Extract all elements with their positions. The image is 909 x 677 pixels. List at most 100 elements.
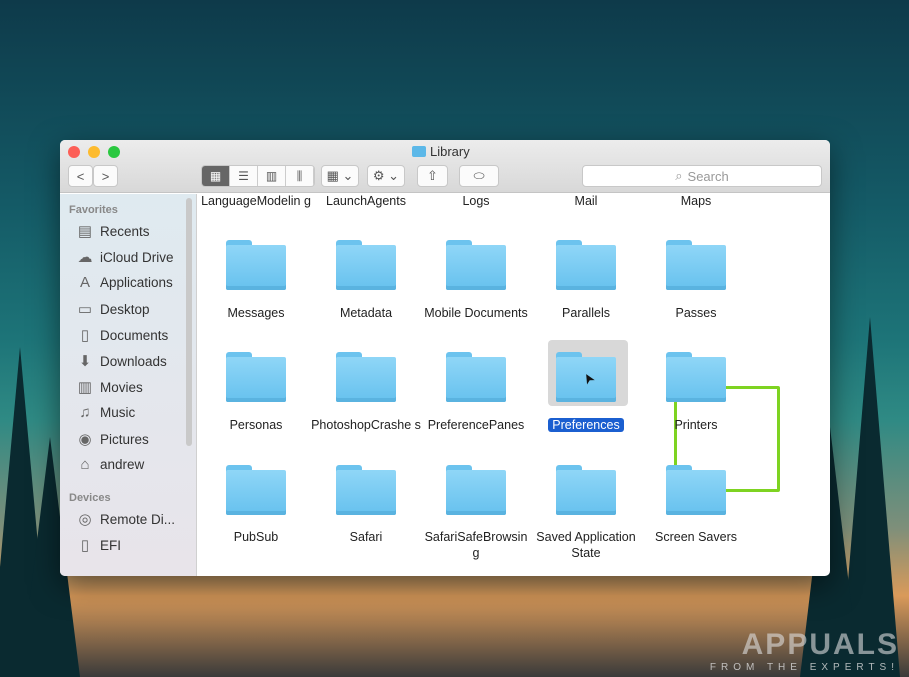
sidebar-device-item[interactable]: ▯ EFI bbox=[76, 536, 121, 554]
file-name: LanguageModelin g bbox=[201, 194, 311, 208]
file-name: Passes bbox=[676, 306, 717, 320]
folder-icon[interactable] bbox=[666, 465, 726, 515]
zoom-button[interactable] bbox=[108, 146, 120, 158]
file-item-label[interactable]: LanguageModelin g bbox=[201, 193, 311, 209]
folder-icon[interactable] bbox=[226, 352, 286, 402]
device-icon: ◎ bbox=[76, 510, 94, 528]
forward-button[interactable]: > bbox=[93, 165, 118, 187]
folder-icon[interactable] bbox=[226, 465, 286, 515]
folder-body bbox=[446, 357, 506, 402]
sidebar-icon: ⬇ bbox=[76, 352, 94, 370]
cover-flow-view-button[interactable]: ⫼ bbox=[286, 166, 314, 186]
file-name: Personas bbox=[230, 418, 283, 432]
file-item-label[interactable]: Saved Application State bbox=[531, 529, 641, 561]
minimize-button[interactable] bbox=[88, 146, 100, 158]
file-item-label[interactable]: Personas bbox=[201, 417, 311, 433]
icon-view-button[interactable]: ▦ bbox=[202, 166, 230, 186]
search-input[interactable]: ⌕ Search bbox=[582, 165, 822, 187]
sidebar: Favorites ▤Recents ☁ iCloud Drive AApplicat… bbox=[60, 194, 197, 576]
arrange-button[interactable]: ▦ ⌄ bbox=[321, 165, 359, 187]
sidebar-item-desktop[interactable]: ▭Desktop bbox=[76, 300, 150, 318]
sidebar-device-item[interactable]: ◎Remote Di... bbox=[76, 510, 175, 528]
share-button[interactable]: ⇧ bbox=[417, 165, 448, 187]
sidebar-item-icloud-drive[interactable]: ☁ iCloud Drive bbox=[76, 248, 174, 266]
tag-icon: ⬭ bbox=[473, 168, 484, 184]
sidebar-item-movies[interactable]: ▥Movies bbox=[76, 378, 143, 396]
tags-button[interactable]: ⬭ bbox=[459, 165, 499, 187]
file-item-label[interactable]: Metadata bbox=[311, 305, 421, 321]
file-item-label[interactable]: Safari bbox=[311, 529, 421, 545]
folder-body bbox=[446, 470, 506, 515]
sidebar-icon: ☁ bbox=[76, 248, 94, 266]
file-item-label[interactable]: Parallels bbox=[531, 305, 641, 321]
folder-icon[interactable] bbox=[446, 465, 506, 515]
file-item-label[interactable]: Mail bbox=[531, 193, 641, 209]
file-item-label[interactable]: PreferencePanes bbox=[421, 417, 531, 433]
sidebar-item-music[interactable]: ♫Music bbox=[76, 404, 135, 421]
sidebar-icon: ▭ bbox=[76, 300, 94, 318]
folder-body bbox=[226, 357, 286, 402]
file-item-label[interactable]: PhotoshopCrashe s bbox=[311, 417, 421, 433]
sidebar-item-andrew[interactable]: ⌂ andrew bbox=[76, 456, 144, 473]
folder-icon[interactable] bbox=[336, 240, 396, 290]
file-item-label[interactable]: Messages bbox=[201, 305, 311, 321]
file-name: Maps bbox=[681, 194, 712, 208]
back-button[interactable]: < bbox=[68, 165, 93, 187]
file-name: Saved Application State bbox=[536, 530, 635, 560]
folder-icon[interactable] bbox=[336, 352, 396, 402]
sidebar-icon: ⌂ bbox=[76, 456, 94, 473]
folder-icon[interactable] bbox=[446, 240, 506, 290]
folder-icon[interactable] bbox=[336, 465, 396, 515]
sidebar-item-pictures[interactable]: ◉ Pictures bbox=[76, 430, 149, 448]
sidebar-item-label: andrew bbox=[100, 457, 144, 472]
folder-body bbox=[226, 245, 286, 290]
folder-icon[interactable] bbox=[666, 240, 726, 290]
folder-body bbox=[446, 245, 506, 290]
column-view-button[interactable]: ▥ bbox=[258, 166, 286, 186]
file-item-label[interactable]: Passes bbox=[641, 305, 751, 321]
sidebar-item-downloads[interactable]: ⬇Downloads bbox=[76, 352, 167, 370]
file-item-label[interactable]: PubSub bbox=[201, 529, 311, 545]
file-item-label[interactable]: LaunchAgents bbox=[311, 193, 421, 209]
folder-icon[interactable] bbox=[446, 352, 506, 402]
folder-icon bbox=[412, 146, 426, 157]
favorites-header: Favorites bbox=[69, 204, 118, 216]
sidebar-item-label: Music bbox=[100, 405, 135, 420]
view-mode-control: ▦ ☰ ▥ ⫼ bbox=[201, 165, 315, 187]
folder-icon[interactable] bbox=[666, 352, 726, 402]
sidebar-item-applications[interactable]: AApplications bbox=[76, 274, 173, 291]
list-view-button[interactable]: ☰ bbox=[230, 166, 258, 186]
file-item-label[interactable]: Screen Savers bbox=[641, 529, 751, 545]
window-title: Library bbox=[412, 144, 470, 159]
sidebar-item-recents[interactable]: ▤Recents bbox=[76, 222, 150, 240]
file-item-label[interactable]: Printers bbox=[641, 417, 751, 433]
folder-icon[interactable] bbox=[226, 240, 286, 290]
file-item-label[interactable]: Preferences bbox=[531, 417, 641, 433]
folder-icon[interactable] bbox=[556, 240, 616, 290]
file-item-label[interactable]: Maps bbox=[641, 193, 751, 209]
finder-window: Library < > ▦ ☰ ▥ ⫼ ▦ ⌄ ⚙ ⌄ ⇧ ⬭ ⌕Search … bbox=[60, 140, 830, 576]
file-item-label[interactable]: Logs bbox=[421, 193, 531, 209]
file-item-label[interactable]: SafariSafeBrowsin g bbox=[421, 529, 531, 561]
title-text: Library bbox=[430, 144, 470, 159]
device-icon: ▯ bbox=[76, 536, 94, 554]
file-name: Screen Savers bbox=[655, 530, 737, 544]
sidebar-scrollbar[interactable] bbox=[186, 198, 192, 446]
sidebar-item-label: Documents bbox=[100, 328, 168, 343]
sidebar-item-documents[interactable]: ▯ Documents bbox=[76, 326, 168, 344]
file-item-label[interactable]: Mobile Documents bbox=[421, 305, 531, 321]
folder-icon[interactable] bbox=[556, 465, 616, 515]
file-name: PhotoshopCrashe s bbox=[311, 418, 421, 432]
close-button[interactable] bbox=[68, 146, 80, 158]
file-grid: LanguageModelin gLaunchAgentsLogsMail Map… bbox=[198, 194, 830, 576]
sidebar-item-label: EFI bbox=[100, 538, 121, 553]
sidebar-icon: ▯ bbox=[76, 326, 94, 344]
sidebar-item-label: iCloud Drive bbox=[100, 250, 174, 265]
sidebar-item-label: Pictures bbox=[100, 432, 149, 447]
sidebar-icon: ◉ bbox=[76, 430, 94, 448]
search-icon: ⌕ bbox=[675, 168, 682, 184]
file-name: Mobile Documents bbox=[424, 306, 528, 320]
action-button[interactable]: ⚙ ⌄ bbox=[367, 165, 405, 187]
search-placeholder: Search bbox=[688, 169, 729, 184]
file-name: Metadata bbox=[340, 306, 392, 320]
